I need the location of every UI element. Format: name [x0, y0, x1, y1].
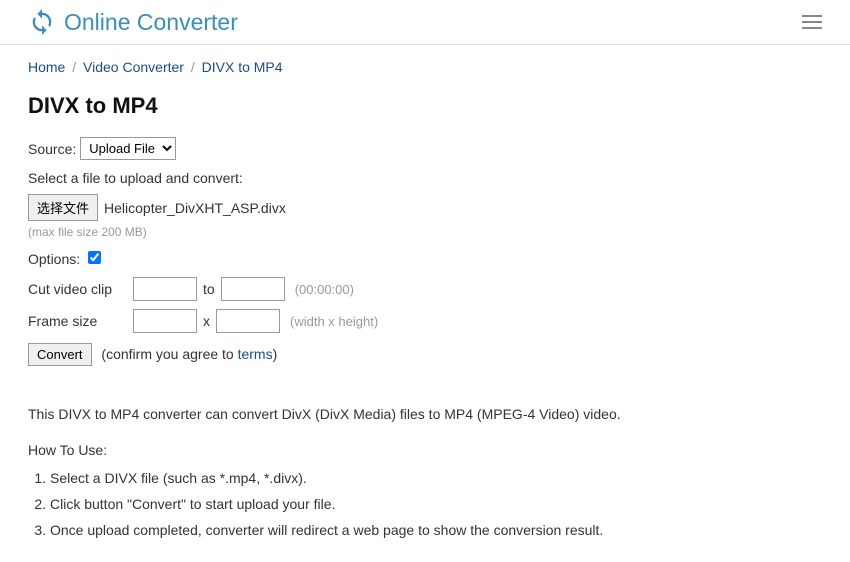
- howto-step: Click button "Convert" to start upload y…: [50, 496, 822, 512]
- frame-size-row: Frame size x (width x height): [28, 309, 822, 333]
- breadcrumb-current[interactable]: DIVX to MP4: [202, 59, 283, 75]
- breadcrumb-separator: /: [72, 59, 76, 75]
- cut-clip-to: to: [203, 281, 215, 297]
- cut-clip-end-input[interactable]: [221, 277, 285, 301]
- convert-button[interactable]: Convert: [28, 343, 92, 366]
- logo-text: Online Converter: [64, 9, 238, 36]
- confirm-text: (confirm you agree to terms): [101, 346, 277, 362]
- terms-link[interactable]: terms: [238, 346, 273, 362]
- page-title: DIVX to MP4: [28, 93, 822, 119]
- main-content: Home / Video Converter / DIVX to MP4 DIV…: [0, 45, 850, 562]
- description-text: This DIVX to MP4 converter can convert D…: [28, 406, 822, 422]
- selected-filename: Helicopter_DivXHT_ASP.divx: [104, 200, 286, 216]
- cut-clip-label: Cut video clip: [28, 281, 133, 297]
- options-row: Options:: [28, 251, 822, 267]
- frame-size-label: Frame size: [28, 313, 133, 329]
- choose-file-button[interactable]: 选择文件: [28, 194, 98, 221]
- options-checkbox[interactable]: [88, 251, 101, 264]
- cut-clip-row: Cut video clip to (00:00:00): [28, 277, 822, 301]
- options-label: Options:: [28, 251, 80, 267]
- convert-row: Convert (confirm you agree to terms): [28, 343, 822, 366]
- source-row: Source: Upload File: [28, 137, 822, 160]
- howto-list: Select a DIVX file (such as *.mp4, *.div…: [28, 470, 822, 538]
- cut-clip-start-input[interactable]: [133, 277, 197, 301]
- frame-size-x: x: [203, 313, 210, 329]
- frame-size-hint: (width x height): [290, 314, 378, 329]
- refresh-icon: [28, 8, 56, 36]
- logo[interactable]: Online Converter: [28, 8, 238, 36]
- cut-clip-hint: (00:00:00): [295, 282, 354, 297]
- hamburger-menu-icon[interactable]: [802, 11, 822, 33]
- source-select[interactable]: Upload File: [80, 137, 176, 160]
- howto-step: Select a DIVX file (such as *.mp4, *.div…: [50, 470, 822, 486]
- select-file-label: Select a file to upload and convert:: [28, 170, 822, 186]
- header: Online Converter: [0, 0, 850, 45]
- max-file-size-hint: (max file size 200 MB): [28, 225, 822, 239]
- howto-step: Once upload completed, converter will re…: [50, 522, 822, 538]
- breadcrumb-home[interactable]: Home: [28, 59, 65, 75]
- breadcrumb-separator: /: [191, 59, 195, 75]
- breadcrumb: Home / Video Converter / DIVX to MP4: [28, 59, 822, 75]
- upload-section: Select a file to upload and convert: 选择文…: [28, 170, 822, 239]
- frame-height-input[interactable]: [216, 309, 280, 333]
- howto-title: How To Use:: [28, 442, 822, 458]
- source-label: Source:: [28, 141, 76, 157]
- breadcrumb-video-converter[interactable]: Video Converter: [83, 59, 184, 75]
- frame-width-input[interactable]: [133, 309, 197, 333]
